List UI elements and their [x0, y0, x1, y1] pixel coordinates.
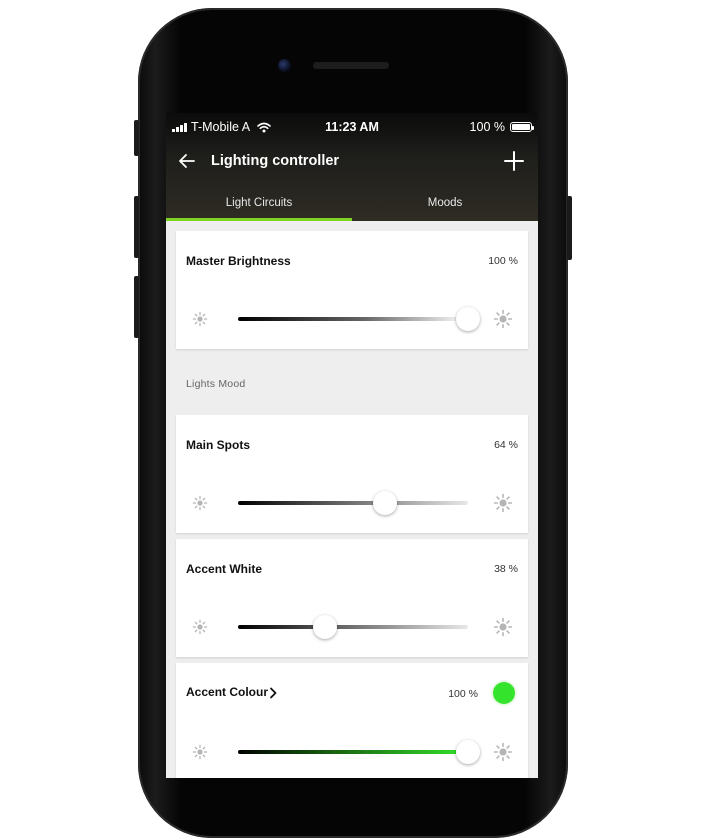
tab-light-circuits[interactable]: Light Circuits [166, 185, 352, 221]
master-brightness-value: 100 % [488, 255, 518, 267]
accent-colour-card[interactable]: Accent Colour 100 % [176, 663, 528, 778]
accent-white-label: Accent White [186, 562, 263, 576]
app-header: T-Mobile A 11:23 AM 100 % Lighting contr… [166, 113, 538, 221]
accent-colour-label[interactable]: Accent Colour [186, 685, 268, 699]
master-brightness-label: Master Brightness [186, 254, 291, 268]
phone-volume-up-button [134, 196, 139, 258]
earpiece-speaker [313, 62, 389, 69]
brightness-high-icon [493, 309, 513, 329]
status-bar: T-Mobile A 11:23 AM 100 % [166, 113, 538, 141]
tab-bar: Light Circuits Moods [166, 185, 538, 221]
battery-icon [510, 122, 534, 132]
main-spots-slider[interactable] [238, 501, 468, 505]
brightness-high-icon [493, 617, 513, 637]
arrow-left-icon[interactable] [177, 151, 197, 171]
phone-volume-down-button [134, 276, 139, 338]
accent-white-slider[interactable] [238, 625, 468, 629]
brightness-high-icon [493, 493, 513, 513]
page-title: Lighting controller [211, 153, 340, 169]
accent-colour-value: 100 % [448, 688, 478, 700]
chevron-right-icon[interactable] [268, 687, 278, 699]
tab-moods[interactable]: Moods [352, 185, 538, 221]
plus-icon[interactable] [503, 150, 525, 172]
phone-power-button [567, 196, 572, 260]
accent-white-card: Accent White 38 % [176, 539, 528, 657]
brightness-low-icon [192, 311, 208, 327]
brightness-low-icon [192, 495, 208, 511]
front-camera [278, 59, 291, 72]
phone-mute-switch [134, 120, 139, 156]
accent-colour-thumb[interactable] [456, 740, 480, 764]
accent-white-value: 38 % [494, 563, 518, 575]
brightness-low-icon [192, 744, 208, 760]
main-spots-label: Main Spots [186, 438, 251, 452]
app-bar: Lighting controller [166, 141, 538, 183]
accent-white-thumb[interactable] [313, 615, 338, 639]
master-brightness-card: Master Brightness 100 % [176, 231, 528, 349]
master-brightness-thumb[interactable] [456, 307, 480, 331]
brightness-low-icon [192, 619, 208, 635]
master-brightness-slider[interactable] [238, 317, 468, 321]
accent-colour-slider[interactable] [238, 750, 468, 754]
brightness-high-icon [493, 742, 513, 762]
main-spots-thumb[interactable] [373, 491, 398, 515]
main-spots-card: Main Spots 64 % [176, 415, 528, 533]
battery-percent: 100 % [469, 120, 505, 134]
app-screen: T-Mobile A 11:23 AM 100 % Lighting contr… [166, 113, 538, 778]
colour-swatch[interactable] [493, 682, 515, 704]
main-spots-value: 64 % [494, 439, 518, 451]
battery-group: 100 % [469, 120, 534, 134]
section-label-lights-mood: Lights Mood [186, 378, 246, 390]
